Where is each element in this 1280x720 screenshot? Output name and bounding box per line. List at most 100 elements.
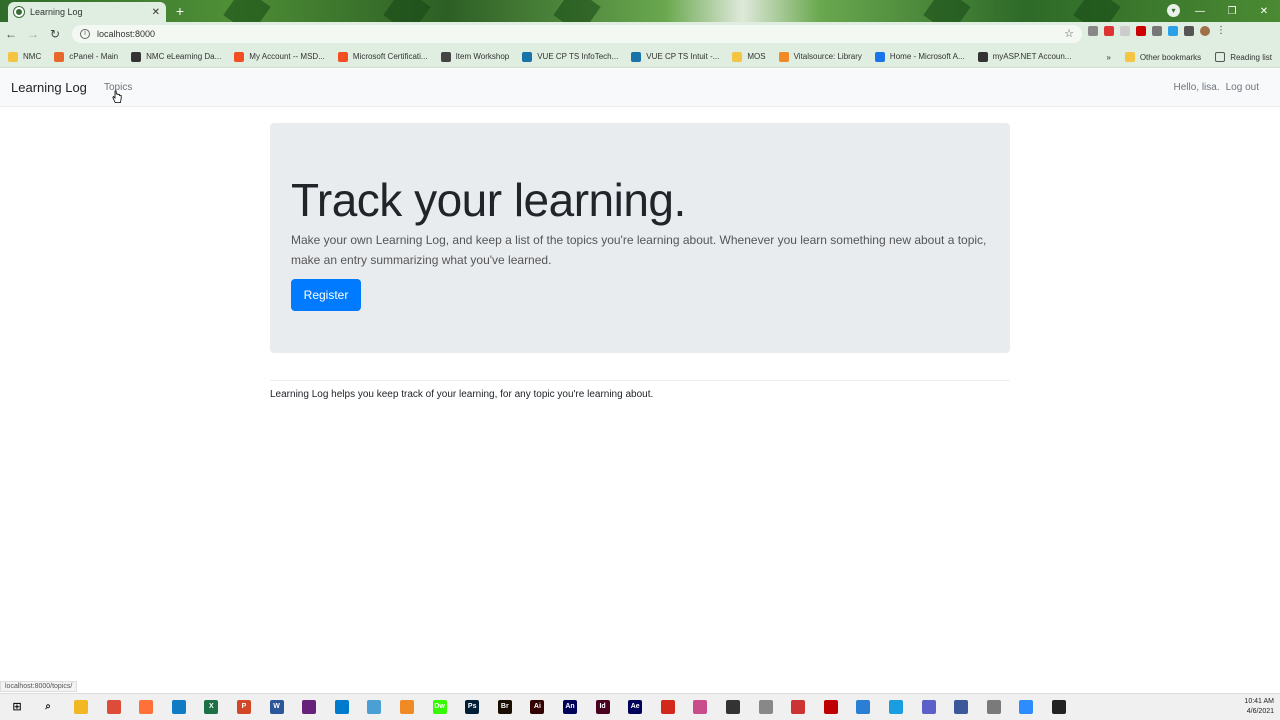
bookmark-item[interactable]: VUE CP TS Intuit -...	[631, 51, 719, 62]
firefox-icon[interactable]	[139, 700, 154, 714]
divider	[270, 380, 1010, 381]
acrobat-icon[interactable]	[660, 700, 675, 714]
search-icon[interactable]: ⌕	[41, 700, 55, 714]
app-8-icon[interactable]	[954, 700, 969, 714]
site-navbar: Learning Log Topics Hello, lisa. Log out	[0, 69, 1280, 107]
pocket-icon[interactable]	[1104, 26, 1114, 36]
address-bar[interactable]: i localhost:8000 ☆	[72, 25, 1082, 43]
vscode-icon[interactable]	[334, 700, 349, 714]
bookmark-item[interactable]: cPanel - Main	[54, 51, 118, 62]
app-6-icon[interactable]	[856, 700, 871, 714]
new-tab-button[interactable]: +	[172, 4, 188, 18]
app-9-icon[interactable]	[986, 700, 1001, 714]
brand-link[interactable]: Learning Log	[11, 80, 87, 95]
terminal-icon[interactable]	[1052, 700, 1066, 714]
bookmark-favicon-icon	[440, 51, 451, 62]
indesign-icon[interactable]: Id	[595, 700, 610, 714]
zoom-icon[interactable]	[1019, 700, 1034, 714]
photoshop-icon[interactable]: Ps	[465, 700, 480, 714]
reload-icon[interactable]: ↻	[44, 27, 66, 41]
bookmark-favicon-icon	[234, 51, 245, 62]
bridge-icon[interactable]: Br	[497, 700, 512, 714]
sublime-icon[interactable]	[400, 700, 414, 714]
window-controls: — ❐ ✕	[1184, 0, 1280, 22]
dreamweaver-icon[interactable]: Dw	[432, 700, 447, 714]
app-2-icon[interactable]	[693, 700, 708, 714]
chrome-icon[interactable]	[106, 700, 121, 714]
bookmarks-more-icon[interactable]: »	[1106, 53, 1110, 62]
clock-date: 4/6/2021	[1246, 708, 1274, 715]
browser-tab-strip: Learning Log ✕ + ▾ — ❐ ✕	[0, 0, 1280, 22]
profile-menu-icon[interactable]: ▾	[1167, 4, 1180, 17]
animate-icon[interactable]: An	[563, 700, 577, 714]
system-clock[interactable]: 10:41 AM 4/6/2021	[1244, 697, 1274, 717]
edge-icon[interactable]	[171, 700, 186, 714]
word-icon[interactable]: W	[269, 700, 284, 714]
decorative-leaf	[383, 0, 431, 22]
register-button[interactable]: Register	[291, 279, 361, 311]
hand-cursor-icon	[112, 90, 122, 103]
bookmark-label: Microsoft Certificati...	[352, 52, 428, 61]
bookmark-label: NMC	[23, 52, 42, 61]
logout-link[interactable]: Log out	[1226, 82, 1259, 93]
bookmark-item[interactable]: Home - Microsoft A...	[874, 51, 965, 62]
filezilla-icon[interactable]	[823, 700, 838, 714]
illustrator-icon[interactable]: Ai	[530, 700, 545, 714]
lead-paragraph: Make your own Learning Log, and keep a l…	[291, 233, 987, 267]
extension-icon[interactable]	[1120, 26, 1130, 36]
teams-icon[interactable]	[921, 700, 936, 714]
site-info-icon[interactable]: i	[80, 29, 90, 39]
file-explorer-icon[interactable]	[74, 700, 88, 714]
app-3-icon[interactable]	[726, 700, 740, 714]
acrobat-icon[interactable]	[1136, 26, 1146, 36]
avatar[interactable]	[1200, 26, 1210, 36]
reading-list[interactable]: Reading list	[1215, 52, 1272, 62]
decorative-leaf	[1073, 0, 1121, 22]
menu-dots-icon[interactable]: ⋮	[1216, 26, 1226, 36]
excel-icon[interactable]: X	[204, 700, 219, 714]
forward-icon[interactable]: →	[22, 27, 44, 41]
tab-close-icon[interactable]: ✕	[152, 7, 160, 18]
browser-tab[interactable]: Learning Log ✕	[8, 2, 166, 22]
reading-list-icon	[1215, 52, 1226, 62]
bookmark-favicon-icon	[522, 51, 533, 62]
puzzle-icon[interactable]	[1184, 26, 1194, 36]
windows-start-icon[interactable]: ⊞	[10, 700, 24, 714]
bookmark-item[interactable]: Item Workshop	[440, 51, 510, 62]
app-7-icon[interactable]	[889, 700, 903, 714]
bookmark-item[interactable]: Vitalsource: Library	[778, 51, 862, 62]
other-bookmarks[interactable]: Other bookmarks	[1124, 52, 1201, 62]
greeting-text: Hello, lisa.	[1173, 82, 1220, 93]
powerpoint-icon[interactable]: P	[237, 700, 251, 714]
extension-icons: ⋮	[1088, 26, 1226, 36]
bookmarks-bar-right: » Other bookmarks Reading list	[1092, 46, 1272, 68]
extension-icon[interactable]	[1152, 26, 1162, 36]
tab-title: Learning Log	[30, 7, 83, 17]
bookmark-label: Home - Microsoft A...	[889, 52, 965, 61]
bookmark-favicon-icon	[337, 51, 348, 62]
close-window-icon[interactable]: ✕	[1248, 6, 1280, 17]
app-4-icon[interactable]	[758, 700, 773, 714]
bookmark-item[interactable]: Microsoft Certificati...	[337, 51, 428, 62]
restore-icon[interactable]: ❐	[1216, 6, 1248, 17]
bookmark-item[interactable]: My Account -- MSD...	[234, 51, 325, 62]
bookmark-item[interactable]: NMC eLearning Da...	[131, 51, 221, 62]
footer-text: Learning Log helps you keep track of you…	[270, 389, 654, 400]
visual-studio-icon[interactable]	[302, 700, 317, 714]
back-icon[interactable]: ←	[0, 27, 22, 41]
bookmark-favicon-icon	[778, 51, 789, 62]
extension-icon[interactable]	[1088, 26, 1098, 36]
bookmark-star-icon[interactable]: ☆	[1064, 27, 1074, 40]
bookmark-item[interactable]: NMC	[8, 51, 42, 62]
bookmark-item[interactable]: MOS	[732, 51, 766, 62]
after-effects-icon[interactable]: Ae	[628, 700, 643, 714]
bookmark-label: Item Workshop	[455, 52, 510, 61]
bookmark-item[interactable]: VUE CP TS InfoTech...	[522, 51, 618, 62]
extension-icon[interactable]	[1168, 26, 1178, 36]
bookmark-label: My Account -- MSD...	[249, 52, 325, 61]
bookmark-item[interactable]: myASP.NET Accoun...	[977, 51, 1071, 62]
app-tool-icon[interactable]	[367, 700, 382, 714]
minimize-icon[interactable]: —	[1184, 6, 1216, 17]
app-5-icon[interactable]	[791, 700, 806, 714]
address-url: localhost:8000	[97, 29, 156, 39]
